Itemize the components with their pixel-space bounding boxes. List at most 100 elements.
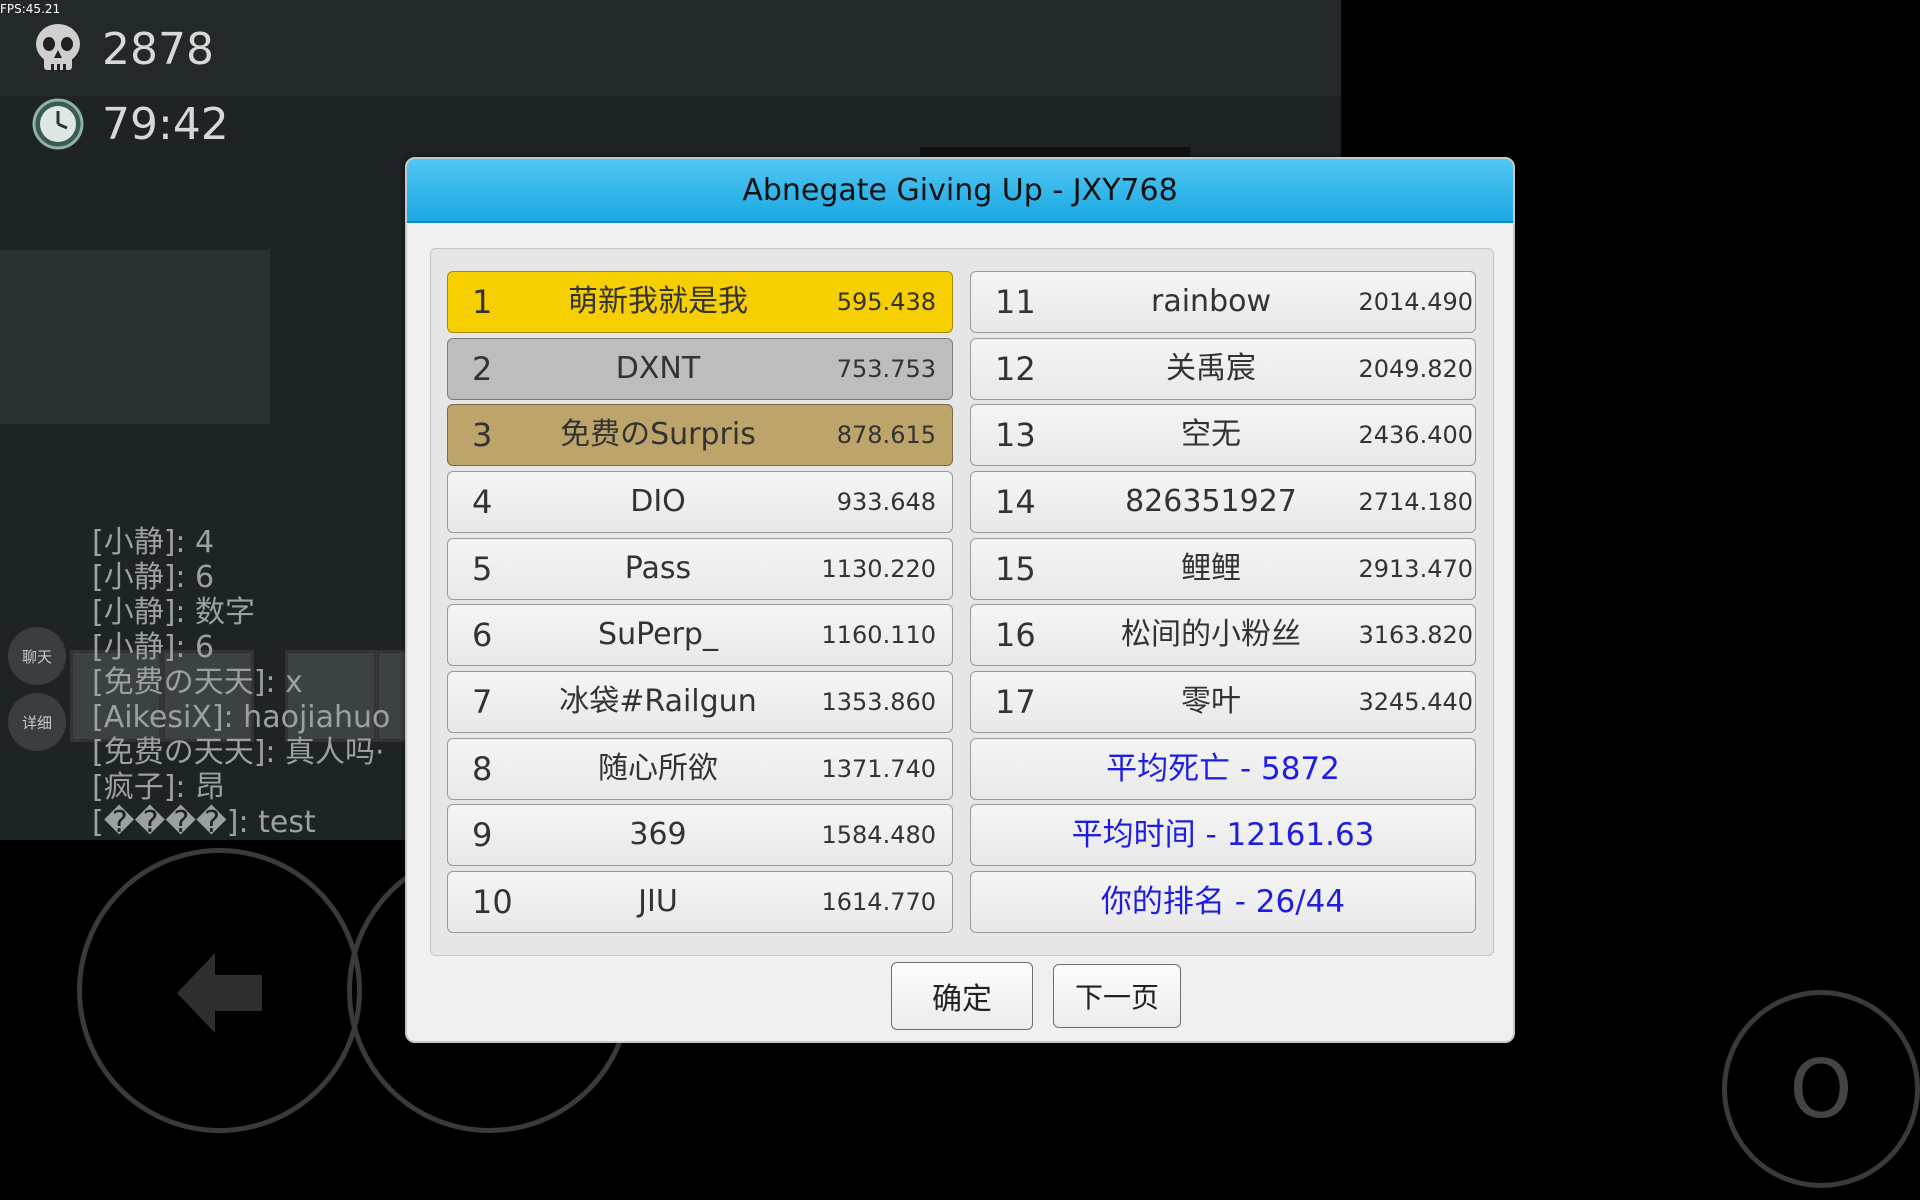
entry-rank: 2 bbox=[472, 350, 493, 388]
entry-rank: 8 bbox=[472, 750, 493, 788]
timer-value: 79:42 bbox=[102, 98, 229, 150]
leaderboard-entry: 5 Pass 1130.220 bbox=[447, 538, 953, 600]
entry-rank: 10 bbox=[472, 883, 513, 921]
entry-score: 1353.860 bbox=[821, 688, 936, 716]
leaderboard-entry: 3 免费のSurpris 878.615 bbox=[447, 404, 953, 466]
average-deaths: 平均死亡 - 5872 bbox=[970, 738, 1476, 800]
entry-rank: 11 bbox=[995, 283, 1036, 321]
death-counter: 2878 bbox=[32, 22, 214, 76]
skull-icon bbox=[36, 24, 80, 72]
chat-log: [小静]: 4 [小静]: 6 [小静]: 数字 [小静]: 6 [免费の天天]… bbox=[92, 525, 390, 840]
entry-name: 空无 bbox=[1181, 417, 1241, 452]
entry-rank: 15 bbox=[995, 550, 1036, 588]
chat-line: [小静]: 数字 bbox=[92, 595, 256, 630]
detail-button[interactable]: 详细 bbox=[8, 693, 66, 751]
leaderboard-entry: 6 SuPerp_ 1160.110 bbox=[447, 604, 953, 666]
next-page-button[interactable]: 下一页 bbox=[1053, 964, 1181, 1028]
chat-button[interactable]: 聊天 bbox=[8, 627, 66, 685]
entry-name: 鲤鲤 bbox=[1181, 551, 1241, 586]
entry-score: 753.753 bbox=[836, 355, 936, 383]
entry-score: 1371.740 bbox=[821, 755, 936, 783]
entry-rank: 4 bbox=[472, 483, 493, 521]
chat-line: [小静]: 6 bbox=[92, 560, 215, 595]
entry-name: Pass bbox=[624, 551, 692, 586]
entry-score: 1614.770 bbox=[821, 888, 936, 916]
death-count: 2878 bbox=[102, 23, 214, 75]
confirm-button[interactable]: 确定 bbox=[891, 962, 1033, 1030]
move-left-button[interactable] bbox=[77, 848, 362, 1133]
entry-rank: 1 bbox=[472, 283, 493, 321]
fps-counter: FPS:45.21 bbox=[0, 2, 61, 16]
entry-name: 冰袋#Railgun bbox=[559, 684, 757, 719]
leaderboard-entry: 1 萌新我就是我 595.438 bbox=[447, 271, 953, 333]
entry-name: 免费のSurpris bbox=[560, 417, 756, 452]
entry-rank: 13 bbox=[995, 416, 1036, 454]
leaderboard-entry: 8 随心所欲 1371.740 bbox=[447, 738, 953, 800]
entry-rank: 12 bbox=[995, 350, 1036, 388]
chat-line: [小静]: 6 bbox=[92, 630, 215, 665]
leaderboard-entry: 4 DIO 933.648 bbox=[447, 471, 953, 533]
entry-rank: 6 bbox=[472, 616, 493, 654]
level-block bbox=[0, 250, 270, 424]
entry-name: 369 bbox=[629, 817, 687, 852]
entry-score: 2913.470 bbox=[1358, 555, 1473, 583]
entry-score: 2436.400 bbox=[1358, 421, 1473, 449]
leaderboard-entry: 13 空无 2436.400 bbox=[970, 404, 1476, 466]
chat-line: [免费の天天]: x bbox=[92, 665, 303, 700]
entry-name: SuPerp_ bbox=[598, 617, 718, 652]
entry-name: JIU bbox=[638, 884, 678, 919]
entry-score: 878.615 bbox=[836, 421, 936, 449]
entry-rank: 14 bbox=[995, 483, 1036, 521]
entry-name: 萌新我就是我 bbox=[568, 284, 748, 319]
jump-button[interactable]: O bbox=[1722, 990, 1920, 1188]
leaderboard-panel: 1 萌新我就是我 595.438 2 DXNT 753.753 3 免费のSur… bbox=[430, 248, 1494, 956]
entry-score: 2049.820 bbox=[1358, 355, 1473, 383]
entry-score: 2014.490 bbox=[1358, 288, 1473, 316]
entry-score: 1130.220 bbox=[821, 555, 936, 583]
leaderboard-entry: 7 冰袋#Railgun 1353.860 bbox=[447, 671, 953, 733]
leaderboard-dialog: Abnegate Giving Up - JXY768 1 萌新我就是我 595… bbox=[405, 157, 1515, 1043]
leaderboard-entry: 15 鲤鲤 2913.470 bbox=[970, 538, 1476, 600]
entry-name: 随心所欲 bbox=[598, 751, 718, 786]
entry-score: 2714.180 bbox=[1358, 488, 1473, 516]
entry-score: 1160.110 bbox=[821, 621, 936, 649]
entry-rank: 5 bbox=[472, 550, 493, 588]
play-timer: 79:42 bbox=[32, 98, 229, 150]
entry-score: 3245.440 bbox=[1358, 688, 1473, 716]
entry-name: 826351927 bbox=[1125, 484, 1297, 519]
entry-score: 3163.820 bbox=[1358, 621, 1473, 649]
entry-rank: 3 bbox=[472, 416, 493, 454]
entry-score: 933.648 bbox=[836, 488, 936, 516]
leaderboard-entry: 14 826351927 2714.180 bbox=[970, 471, 1476, 533]
chat-line: [AikesiX]: haojiahuo bbox=[92, 700, 391, 735]
entry-name: 关禹宸 bbox=[1166, 351, 1256, 386]
leaderboard-entry: 12 关禹宸 2049.820 bbox=[970, 338, 1476, 400]
leaderboard-entry: 9 369 1584.480 bbox=[447, 804, 953, 866]
leaderboard-entry: 16 松间的小粉丝 3163.820 bbox=[970, 604, 1476, 666]
average-time: 平均时间 - 12161.63 bbox=[970, 804, 1476, 866]
dialog-title: Abnegate Giving Up - JXY768 bbox=[407, 159, 1513, 223]
entry-rank: 9 bbox=[472, 816, 493, 854]
entry-score: 1584.480 bbox=[821, 821, 936, 849]
entry-name: DXNT bbox=[615, 351, 701, 386]
chat-line: [疯子]: 昂 bbox=[92, 770, 226, 805]
entry-rank: 17 bbox=[995, 683, 1036, 721]
entry-score: 595.438 bbox=[836, 288, 936, 316]
jump-label: O bbox=[1789, 1042, 1853, 1136]
leaderboard-entry: 17 零叶 3245.440 bbox=[970, 671, 1476, 733]
leaderboard-entry: 10 JIU 1614.770 bbox=[447, 871, 953, 933]
chat-line: [����]: test bbox=[92, 805, 316, 840]
your-rank: 你的排名 - 26/44 bbox=[970, 871, 1476, 933]
arrow-left-icon bbox=[177, 953, 262, 1033]
entry-rank: 7 bbox=[472, 683, 493, 721]
entry-name: rainbow bbox=[1151, 284, 1271, 319]
entry-name: 松间的小粉丝 bbox=[1121, 617, 1301, 652]
chat-line: [小静]: 4 bbox=[92, 525, 215, 560]
chat-line: [免费の天天]: 真人吗· bbox=[92, 735, 385, 770]
entry-name: 零叶 bbox=[1181, 684, 1241, 719]
leaderboard-entry: 11 rainbow 2014.490 bbox=[970, 271, 1476, 333]
leaderboard-entry: 2 DXNT 753.753 bbox=[447, 338, 953, 400]
clock-icon bbox=[32, 98, 84, 150]
entry-name: DIO bbox=[630, 484, 686, 519]
entry-rank: 16 bbox=[995, 616, 1036, 654]
